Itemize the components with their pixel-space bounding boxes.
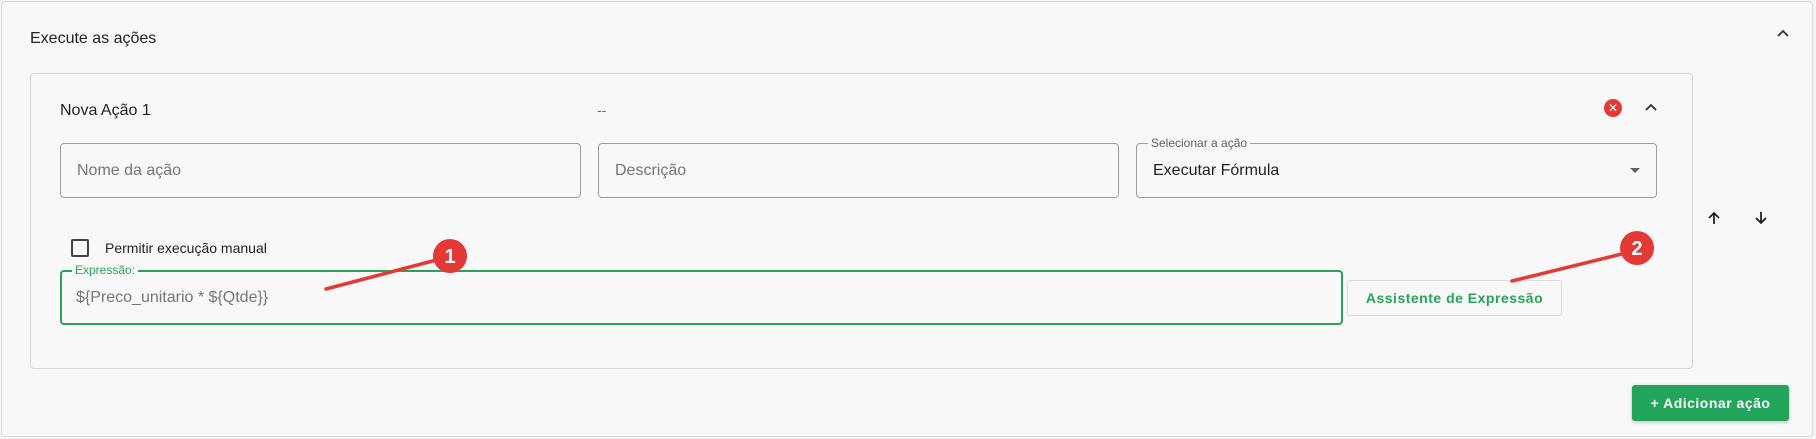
action-title: Nova Ação 1 (60, 102, 151, 119)
move-down-arrow-icon[interactable] (1749, 206, 1773, 230)
action-description-input[interactable]: Descrição (598, 143, 1119, 198)
action-card: Nova Ação 1 -- ✕ Nome da ação Descrição … (30, 73, 1693, 369)
action-type-label: Selecionar a ação (1148, 136, 1251, 150)
action-description: -- (597, 102, 607, 118)
add-action-button[interactable]: + Adicionar ação (1632, 385, 1789, 421)
manual-execution-checkbox[interactable] (71, 239, 89, 257)
action-type-select[interactable]: Selecionar a ação Executar Fórmula (1136, 136, 1657, 198)
action-collapse-chevron-up-icon[interactable] (1641, 98, 1661, 118)
remove-action-icon[interactable]: ✕ (1604, 99, 1622, 117)
expression-value: ${Preco_unitario * ${Qtde}} (76, 288, 269, 306)
expression-label: Expressão: (72, 263, 139, 277)
section-title: Execute as ações (30, 30, 157, 47)
manual-execution-checkbox-row[interactable]: Permitir execução manual (71, 239, 267, 257)
section-collapse-chevron-up-icon[interactable] (1773, 24, 1793, 44)
action-type-value: Executar Fórmula (1153, 161, 1280, 179)
expression-input[interactable]: Expressão: ${Preco_unitario * ${Qtde}} (60, 263, 1343, 325)
dropdown-caret-icon (1630, 168, 1640, 173)
move-up-arrow-icon[interactable] (1702, 206, 1726, 230)
action-name-input[interactable]: Nome da ação (60, 143, 581, 198)
manual-execution-label: Permitir execução manual (105, 240, 267, 256)
action-description-placeholder: Descrição (615, 161, 687, 179)
action-name-placeholder: Nome da ação (77, 161, 182, 179)
expression-assistant-button[interactable]: Assistente de Expressão (1347, 280, 1562, 316)
actions-section: Execute as ações Nova Ação 1 -- ✕ Nome d… (1, 1, 1813, 437)
